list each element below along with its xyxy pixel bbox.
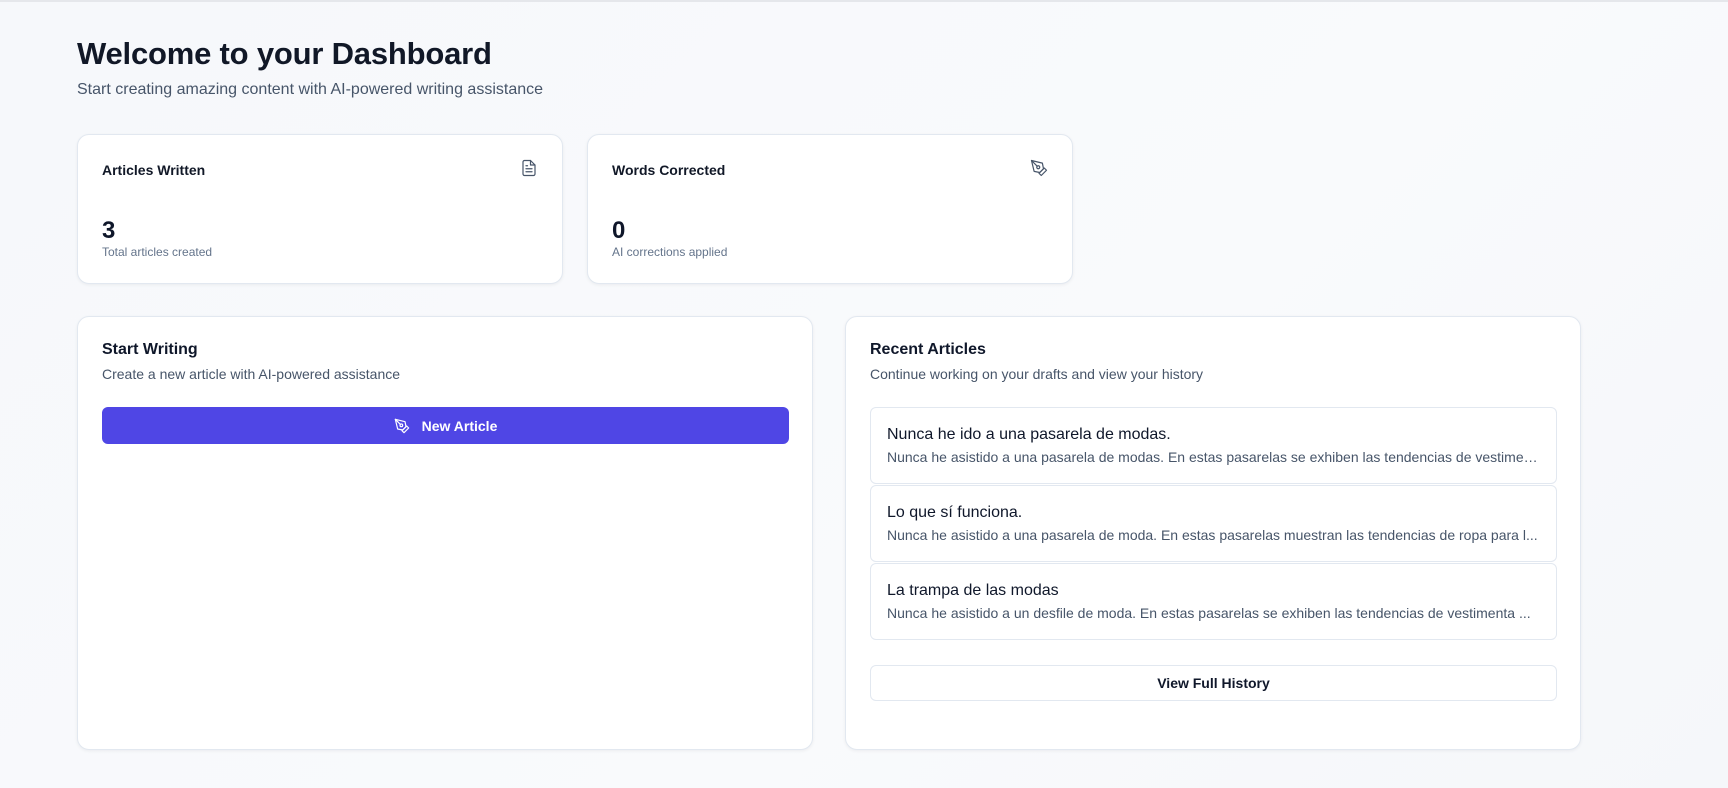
button-label: New Article bbox=[421, 417, 498, 434]
article-excerpt: Nunca he asistido a un desfile de moda. … bbox=[887, 605, 1531, 621]
page-subtitle: Start creating amazing content with AI-p… bbox=[77, 81, 544, 98]
articles-written-card: Articles Written 3 Total articles create… bbox=[77, 134, 563, 284]
panel-title: Recent Articles bbox=[870, 341, 986, 358]
new-article-button[interactable]: New Article bbox=[102, 407, 789, 444]
page-title: Welcome to your Dashboard bbox=[77, 36, 492, 71]
article-excerpt: Nunca he asistido a una pasarela de moda… bbox=[887, 449, 1539, 465]
stat-title: Words Corrected bbox=[612, 162, 726, 178]
top-border bbox=[0, 0, 1728, 2]
stat-caption: AI corrections applied bbox=[612, 245, 728, 259]
article-excerpt: Nunca he asistido a una pasarela de moda… bbox=[887, 527, 1538, 543]
stat-value: 0 bbox=[612, 217, 626, 244]
panel-title: Start Writing bbox=[102, 341, 198, 358]
article-item[interactable]: Lo que sí funciona. Nunca he asistido a … bbox=[870, 485, 1557, 562]
panel-description: Continue working on your drafts and view… bbox=[870, 366, 1204, 382]
article-item[interactable]: La trampa de las modas Nunca he asistido… bbox=[870, 563, 1557, 640]
pen-tool-icon bbox=[1030, 159, 1048, 177]
article-title: Lo que sí funciona. bbox=[887, 504, 1023, 521]
panel-description: Create a new article with AI-powered ass… bbox=[102, 366, 401, 382]
view-full-history-button[interactable]: View Full History bbox=[870, 665, 1557, 701]
recent-articles-panel: Recent Articles Continue working on your… bbox=[845, 316, 1581, 750]
stat-title: Articles Written bbox=[102, 162, 206, 178]
stat-value: 3 bbox=[102, 217, 116, 244]
stat-caption: Total articles created bbox=[102, 245, 213, 259]
article-list: Nunca he ido a una pasarela de modas. Nu… bbox=[870, 407, 1557, 641]
article-item[interactable]: Nunca he ido a una pasarela de modas. Nu… bbox=[870, 407, 1557, 484]
pen-tool-icon bbox=[394, 418, 409, 433]
document-icon bbox=[522, 159, 536, 177]
words-corrected-card: Words Corrected 0 AI corrections applied bbox=[587, 134, 1073, 284]
article-title: Nunca he ido a una pasarela de modas. bbox=[887, 426, 1171, 443]
start-writing-panel: Start Writing Create a new article with … bbox=[77, 316, 813, 750]
article-title: La trampa de las modas bbox=[887, 582, 1059, 599]
